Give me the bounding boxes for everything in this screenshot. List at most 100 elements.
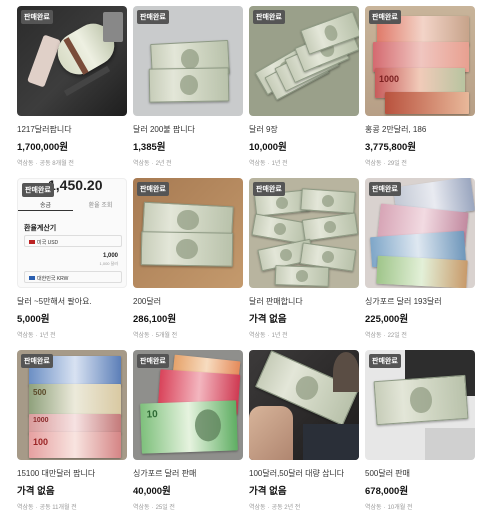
bill-denomination: 1000 — [33, 417, 49, 424]
product-time: 공동 11개월 전 — [39, 505, 77, 511]
product-meta: 역삼동 · 22일 전 — [365, 333, 407, 339]
product-location: 역삼동 — [249, 505, 266, 511]
product-location: 역삼동 — [365, 333, 382, 339]
product-image: 판매완료 — [17, 6, 127, 116]
product-price: 225,000원 — [365, 314, 409, 325]
from-currency: 미국 USD — [37, 240, 59, 246]
product-time: 공동 2년 전 — [271, 505, 301, 511]
product-card[interactable]: 판매완료 1,450.20 송금 환율 조회 환율계산기 미국 USD 1,00… — [17, 178, 127, 350]
product-location: 역삼동 — [17, 333, 34, 339]
product-price: 678,000원 — [365, 486, 409, 497]
product-image: 판매완료 1,450.20 송금 환율 조회 환율계산기 미국 USD 1,00… — [17, 178, 127, 288]
product-location: 역삼동 — [365, 161, 382, 167]
product-card[interactable]: 판매완료 10 싱가포르 달러 판매 40,000원 역삼동 · 25일 전 — [133, 350, 243, 522]
product-meta: 역삼동 · 5개월 전 — [133, 333, 178, 339]
product-location: 역삼동 — [133, 161, 150, 167]
product-meta: 역삼동 · 공동 2년 전 — [249, 505, 301, 511]
product-image: 판매완료 10 — [133, 350, 243, 460]
product-image: 판매완료 — [365, 178, 475, 288]
sold-badge: 판매완료 — [369, 354, 401, 368]
product-time: 29일 전 — [387, 161, 407, 167]
rate-value: 1,450.20 — [48, 178, 103, 193]
sold-badge: 판매완료 — [137, 10, 169, 24]
product-card[interactable]: 판매완료 500달러 판매 678,000원 역삼동 · 10개월 전 — [365, 350, 475, 522]
product-card[interactable]: 판매완료 달러 9장 10,000원 역삼동 · 1년 전 — [249, 6, 359, 178]
product-meta: 역삼동 · 공동 11개월 전 — [17, 505, 77, 511]
product-title: 달러 9장 — [249, 125, 278, 134]
product-time: 25일 전 — [155, 505, 175, 511]
amount-value: 1,000 — [102, 253, 118, 259]
product-location: 역삼동 — [133, 505, 150, 511]
product-time: 2년 전 — [155, 161, 172, 167]
product-location: 역삼동 — [17, 505, 34, 511]
product-title: 200달러 — [133, 297, 162, 306]
sold-badge: 판매완료 — [137, 182, 169, 196]
product-time: 1년 전 — [271, 333, 288, 339]
bill-denomination: 10 — [146, 409, 158, 421]
bill-denomination: 1000 — [379, 74, 400, 84]
product-meta: 역삼동 · 25일 전 — [133, 505, 175, 511]
product-card[interactable]: 100달러,50달러 대량 삽니다 가격 없음 역삼동 · 공동 2년 전 — [249, 350, 359, 522]
tab-rate: 환율 조회 — [88, 203, 113, 209]
sold-badge: 판매완료 — [21, 10, 53, 24]
sold-badge: 판매완료 — [21, 354, 53, 368]
product-meta: 역삼동 · 29일 전 — [365, 161, 407, 167]
product-card[interactable]: 판매완료 달러 판매합니다 가격 없음 역삼동 · 1년 전 — [249, 178, 359, 350]
product-image: 판매완료 — [133, 6, 243, 116]
product-time: 공동 8개월 전 — [39, 161, 74, 167]
product-card[interactable]: 판매완료 200달러 286,100원 역삼동 · 5개월 전 — [133, 178, 243, 350]
bill-denomination: 100 — [33, 437, 49, 447]
product-price: 가격 없음 — [249, 314, 287, 325]
product-time: 1년 전 — [39, 333, 56, 339]
product-location: 역삼동 — [365, 505, 382, 511]
calculator-heading: 환율계산기 — [24, 225, 57, 232]
product-title: 달러 200불 팝니다 — [133, 125, 195, 134]
bill-denomination: 500 — [33, 388, 47, 397]
product-image: 판매완료 500 1000 100 — [17, 350, 127, 460]
product-time: 10개월 전 — [387, 505, 413, 511]
product-price: 가격 없음 — [249, 486, 287, 497]
product-meta: 역삼동 · 1년 전 — [249, 333, 288, 339]
product-card[interactable]: 판매완료 500 1000 100 15100 대만달러 팝니다 가격 없음 역… — [17, 350, 127, 522]
product-card[interactable]: 판매완료 1217달러팝니다 1,700,000원 역삼동 · 공동 8개월 전 — [17, 6, 127, 178]
product-image: 판매완료 — [249, 178, 359, 288]
product-price: 1,385원 — [133, 142, 166, 153]
product-title: 달러 ~5만해서 팔아요. — [17, 297, 92, 306]
to-currency: 대한민국 KRW — [37, 276, 69, 282]
product-image: 판매완료 — [133, 178, 243, 288]
product-image: 판매완료 — [249, 6, 359, 116]
sold-badge: 판매완료 — [22, 183, 54, 197]
product-meta: 역삼동 · 1년 전 — [249, 161, 288, 167]
product-meta: 역삼동 · 2년 전 — [133, 161, 172, 167]
product-title: 100달러,50달러 대량 삽니다 — [249, 469, 345, 478]
product-title: 15100 대만달러 팝니다 — [17, 469, 96, 478]
product-location: 역삼동 — [17, 161, 34, 167]
product-title: 홍콩 2만달러, 186 — [365, 125, 427, 134]
sold-badge: 판매완료 — [137, 354, 169, 368]
product-card[interactable]: 판매완료 싱가포르 달러 193달러 225,000원 역삼동 · 22일 전 — [365, 178, 475, 350]
product-card[interactable]: 판매완료 달러 200불 팝니다 1,385원 역삼동 · 2년 전 — [133, 6, 243, 178]
product-title: 싱가포르 달러 193달러 — [365, 297, 442, 306]
product-title: 500달러 판매 — [365, 469, 411, 478]
product-time: 22일 전 — [387, 333, 407, 339]
product-title: 1217달러팝니다 — [17, 125, 72, 134]
product-price: 5,000원 — [17, 314, 50, 325]
product-image: 판매완료 — [365, 350, 475, 460]
product-price: 가격 없음 — [17, 486, 55, 497]
product-title: 달러 판매합니다 — [249, 297, 303, 306]
product-price: 3,775,800원 — [365, 142, 417, 153]
product-title: 싱가포르 달러 판매 — [133, 469, 197, 478]
product-location: 역삼동 — [133, 333, 150, 339]
product-image: 판매완료 1000 — [365, 6, 475, 116]
product-price: 1,700,000원 — [17, 142, 69, 153]
product-location: 역삼동 — [249, 161, 266, 167]
product-meta: 역삼동 · 공동 8개월 전 — [17, 161, 74, 167]
product-price: 286,100원 — [133, 314, 177, 325]
product-card[interactable]: 판매완료 1000 홍콩 2만달러, 186 3,775,800원 역삼동 · 29… — [365, 6, 475, 178]
amount-unit: 1,000 달러 — [99, 261, 118, 266]
sold-badge: 판매완료 — [253, 182, 285, 196]
product-time: 5개월 전 — [155, 333, 178, 339]
product-price: 40,000원 — [133, 486, 171, 497]
product-meta: 역삼동 · 10개월 전 — [365, 505, 413, 511]
product-location: 역삼동 — [249, 333, 266, 339]
